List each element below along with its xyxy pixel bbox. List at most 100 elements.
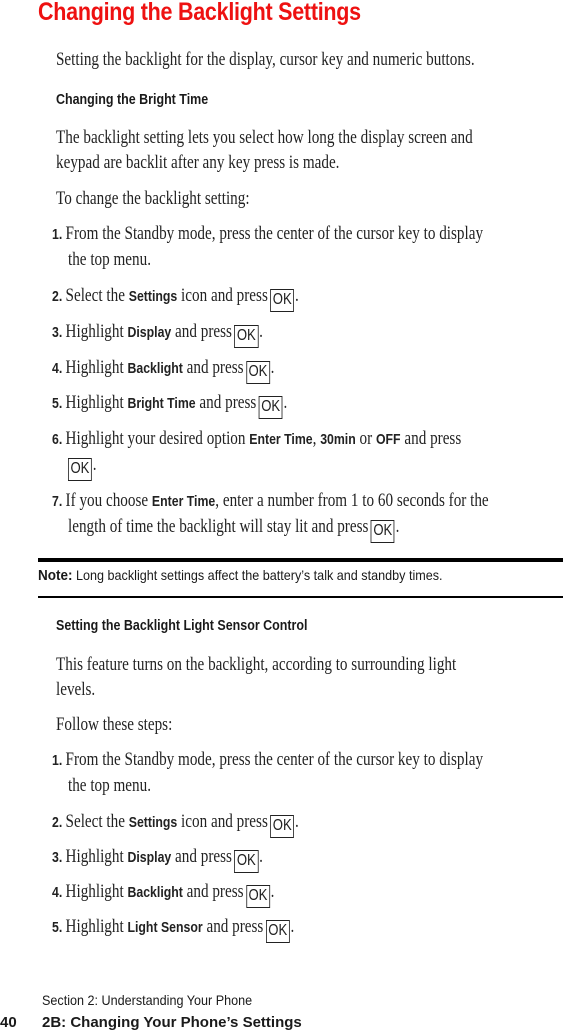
s2-step-1: 1. From the Standby mode, press the cente… bbox=[52, 750, 483, 771]
ok-key-icon: OK bbox=[258, 396, 283, 419]
step-1-continued: the top menu. bbox=[68, 250, 151, 270]
step-1: 1. From the Standby mode, press the cente… bbox=[52, 224, 483, 245]
step-punct: . bbox=[259, 847, 263, 867]
menu-item-settings: Settings bbox=[128, 814, 178, 831]
step-text: and press bbox=[171, 322, 232, 342]
step-punct: . bbox=[295, 286, 299, 306]
step-text: icon and press bbox=[177, 812, 268, 832]
note: Note: Long backlight settings affect the… bbox=[38, 567, 443, 584]
section1-paragraph-line1: The backlight setting lets you select ho… bbox=[56, 128, 473, 148]
step-text: and press bbox=[195, 393, 257, 413]
step-number: 5. bbox=[52, 919, 63, 936]
step-7-continued: length of time the backlight will stay l… bbox=[68, 517, 399, 543]
s2-step-3: 3. Highlight Display and press OK. bbox=[52, 847, 263, 873]
menu-item-bright-time: Bright Time bbox=[127, 395, 196, 412]
step-text: and press bbox=[182, 358, 244, 378]
step-punct: . bbox=[295, 812, 299, 832]
section2-paragraph-line1: This feature turns on the backlight, acc… bbox=[56, 655, 457, 675]
footer-section-title: Section 2: Understanding Your Phone bbox=[42, 992, 253, 1008]
menu-item-display: Display bbox=[127, 849, 172, 866]
menu-item-settings: Settings bbox=[128, 288, 178, 305]
step-text: Highlight bbox=[65, 322, 128, 342]
step-5: 5. Highlight Bright Time and press OK. bbox=[52, 393, 287, 419]
step-text: and press bbox=[400, 429, 462, 449]
step-text: , bbox=[312, 429, 321, 449]
step-punct: . bbox=[92, 455, 97, 475]
section1-lead: To change the backlight setting: bbox=[56, 189, 250, 209]
step-number: 4. bbox=[52, 884, 63, 901]
step-text: Highlight bbox=[65, 882, 128, 902]
step-text: icon and press bbox=[177, 286, 268, 306]
step-6-continued: OK. bbox=[68, 455, 96, 481]
step-number: 4. bbox=[52, 360, 63, 377]
ok-key-icon: OK bbox=[245, 361, 270, 384]
step-number: 7. bbox=[52, 493, 63, 510]
step-punct: . bbox=[259, 322, 263, 342]
step-number: 1. bbox=[52, 226, 63, 243]
step-text: Highlight your desired option bbox=[65, 429, 250, 449]
section-heading-light-sensor: Setting the Backlight Light Sensor Contr… bbox=[56, 618, 308, 634]
ok-key-icon: OK bbox=[234, 850, 259, 873]
step-number: 2. bbox=[52, 288, 63, 305]
step-text: and press bbox=[202, 917, 264, 937]
menu-item-backlight: Backlight bbox=[127, 360, 183, 377]
step-text: From the Standby mode, press the center … bbox=[65, 750, 484, 770]
s2-step-4: 4. Highlight Backlight and press OK. bbox=[52, 882, 274, 908]
step-2: 2. Select the Settings icon and press OK. bbox=[52, 286, 299, 312]
step-punct: . bbox=[270, 882, 275, 902]
step-punct: . bbox=[395, 517, 400, 537]
option-enter-time: Enter Time bbox=[151, 493, 216, 510]
ok-key-icon: OK bbox=[370, 520, 395, 543]
step-text: and press bbox=[182, 882, 244, 902]
menu-item-backlight: Backlight bbox=[127, 884, 183, 901]
step-text: Select the bbox=[65, 812, 129, 832]
step-7: 7. If you choose Enter Time, enter a numb… bbox=[52, 491, 489, 512]
ok-key-icon: OK bbox=[265, 920, 290, 943]
s2-step-5: 5. Highlight Light Sensor and press OK. bbox=[52, 917, 294, 943]
step-text: If you choose bbox=[65, 491, 152, 511]
step-text: Highlight bbox=[65, 847, 128, 867]
manual-page: Changing the Backlight Settings Setting … bbox=[0, 0, 563, 1033]
step-number: 3. bbox=[52, 324, 63, 341]
section-heading-bright-time: Changing the Bright Time bbox=[56, 92, 209, 108]
step-text: Select the bbox=[65, 286, 129, 306]
note-bottom-rule bbox=[38, 596, 563, 598]
step-3: 3. Highlight Display and press OK. bbox=[52, 322, 263, 348]
section2-paragraph-line2: levels. bbox=[56, 680, 96, 700]
step-punct: . bbox=[290, 917, 295, 937]
note-top-rule bbox=[38, 558, 563, 562]
step-text: Highlight bbox=[65, 358, 128, 378]
step-number: 3. bbox=[52, 849, 63, 866]
option-enter-time: Enter Time bbox=[249, 431, 313, 448]
ok-key-icon: OK bbox=[270, 289, 295, 312]
menu-item-display: Display bbox=[127, 324, 172, 341]
option-30min: 30min bbox=[320, 431, 356, 448]
step-6: 6. Highlight your desired option Enter Ti… bbox=[52, 429, 461, 450]
s2-step-1-continued: the top menu. bbox=[68, 776, 151, 796]
step-number: 1. bbox=[52, 752, 63, 769]
page-title: Changing the Backlight Settings bbox=[38, 0, 361, 26]
note-label: Note: bbox=[38, 567, 73, 584]
step-text: or bbox=[355, 429, 376, 449]
menu-item-light-sensor: Light Sensor bbox=[127, 919, 203, 936]
option-off: OFF bbox=[375, 431, 401, 448]
section1-paragraph-line2: keypad are backlit after any key press i… bbox=[56, 153, 340, 173]
ok-key-icon: OK bbox=[68, 458, 92, 481]
ok-key-icon: OK bbox=[270, 815, 295, 838]
step-text: length of time the backlight will stay l… bbox=[68, 517, 369, 537]
ok-key-icon: OK bbox=[234, 325, 259, 348]
s2-step-2: 2. Select the Settings icon and press OK. bbox=[52, 812, 299, 838]
step-punct: . bbox=[270, 358, 275, 378]
step-number: 2. bbox=[52, 814, 63, 831]
step-text: Highlight bbox=[65, 917, 128, 937]
step-number: 5. bbox=[52, 395, 63, 412]
step-punct: . bbox=[283, 393, 288, 413]
step-text: , enter a number from 1 to 60 seconds fo… bbox=[215, 491, 489, 511]
step-text: and press bbox=[171, 847, 232, 867]
step-text: From the Standby mode, press the center … bbox=[65, 224, 484, 244]
intro-text: Setting the backlight for the display, c… bbox=[56, 50, 475, 70]
section2-lead: Follow these steps: bbox=[56, 715, 173, 735]
ok-key-icon: OK bbox=[245, 885, 270, 908]
step-4: 4. Highlight Backlight and press OK. bbox=[52, 358, 274, 384]
note-text: Long backlight settings affect the batte… bbox=[72, 567, 443, 583]
